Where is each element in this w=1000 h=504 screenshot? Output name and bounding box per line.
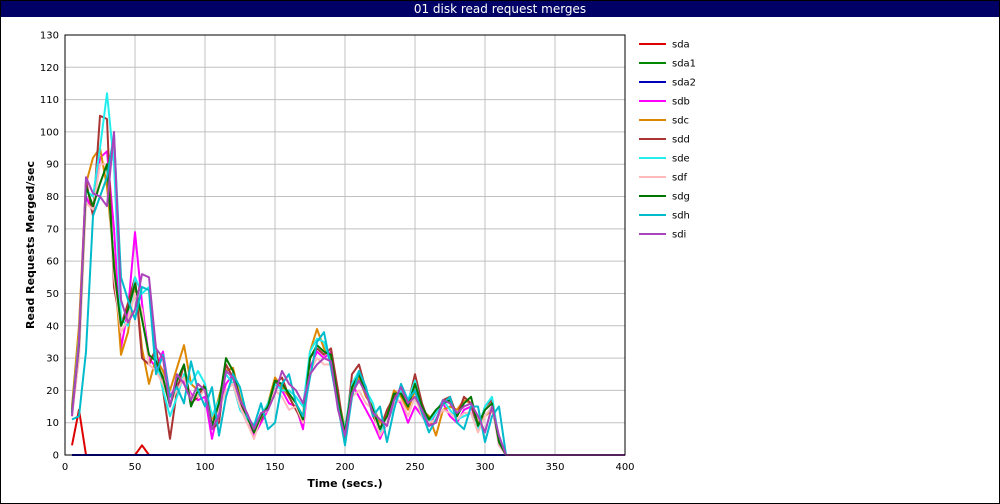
x-axis-label: Time (secs.) (307, 477, 382, 490)
y-tick-label: 70 (46, 224, 59, 235)
y-tick-label: 50 (46, 289, 59, 300)
y-tick-label: 20 (46, 386, 59, 397)
y-tick-label: 80 (46, 192, 59, 203)
legend-label-sdf: sdf (672, 173, 688, 184)
legend-label-sdg: sdg (672, 192, 690, 203)
y-tick-label: 60 (46, 257, 59, 268)
legend-label-sdc: sdc (672, 116, 689, 127)
y-tick-label: 10 (46, 418, 59, 429)
y-tick-label: 0 (53, 451, 59, 462)
legend-label-sda1: sda1 (672, 59, 696, 70)
legend-label-sda: sda (672, 40, 690, 51)
chart-series (71, 92, 625, 456)
y-tick-label: 110 (40, 95, 59, 106)
chart-svg: 0 10 20 30 40 50 60 70 80 90 100 110 120 130 0 50 100 150… (24, 31, 696, 491)
x-tick-label: 150 (265, 462, 284, 473)
x-tick-label: 300 (475, 462, 494, 473)
chart-grid (64, 34, 626, 456)
x-tick-label: 100 (195, 462, 214, 473)
x-tick-label: 250 (405, 462, 424, 473)
y-tick-label: 130 (40, 31, 59, 42)
x-tick-label: 200 (335, 462, 354, 473)
y-tick-label: 120 (40, 63, 59, 74)
series-line-sde (71, 92, 625, 456)
y-tick-label: 100 (40, 127, 59, 138)
y-tick-label: 90 (46, 160, 59, 171)
x-tick-label: 0 (62, 462, 68, 473)
chart-legend: sda sda1 sda2 sdb sdc sdd sde sdf sdg sdh sdi (639, 40, 696, 241)
legend-label-sdi: sdi (672, 230, 686, 241)
x-tick-label: 350 (545, 462, 564, 473)
legend-label-sdh: sdh (672, 211, 690, 222)
y-axis-label: Read Requests Merged/sec (24, 161, 37, 329)
y-tick-label: 30 (46, 354, 59, 365)
legend-label-sda2: sda2 (672, 78, 696, 89)
x-tick-label: 400 (615, 462, 634, 473)
legend-label-sdd: sdd (672, 135, 690, 146)
x-tick-label: 50 (129, 462, 142, 473)
y-tick-label: 40 (46, 321, 59, 332)
legend-label-sde: sde (672, 154, 690, 165)
legend-label-sdb: sdb (672, 97, 690, 108)
